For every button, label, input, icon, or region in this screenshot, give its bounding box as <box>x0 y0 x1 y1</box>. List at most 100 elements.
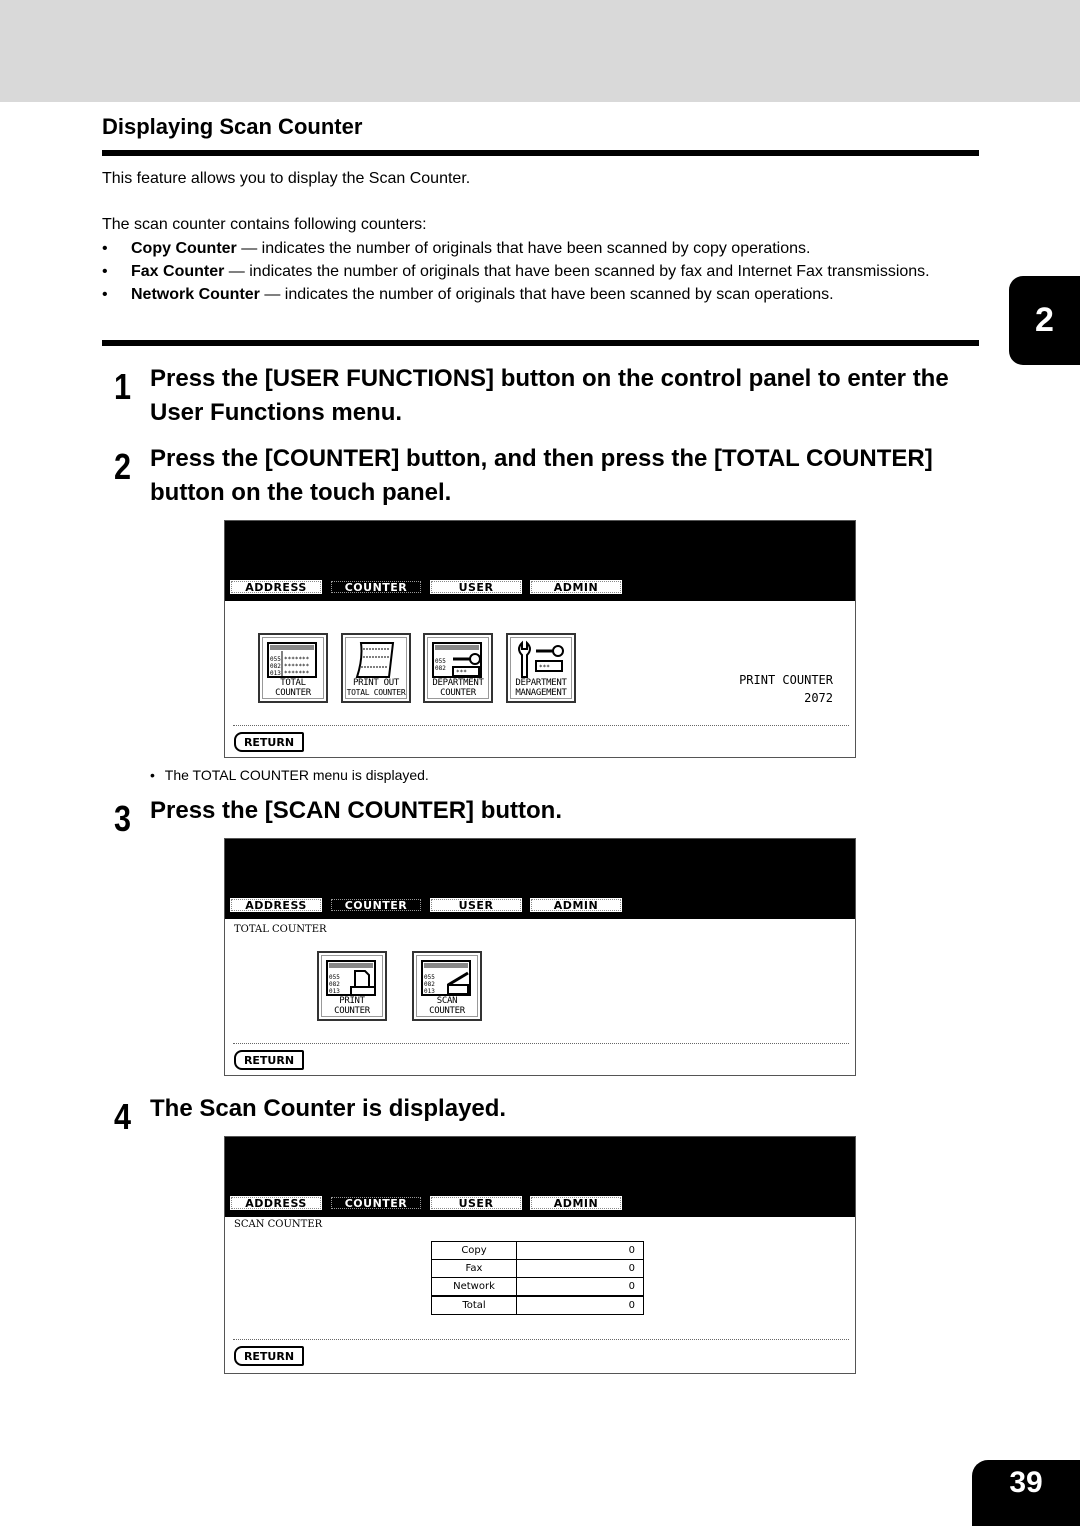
department-counter-button[interactable]: 055 082 ***_ DEPARTMENT COUNTER <box>423 633 493 703</box>
touch-panel-scan-counter: ADDRESS COUNTER USER ADMIN SCAN COUNTER … <box>224 1136 856 1374</box>
svg-text:055: 055 <box>435 658 446 665</box>
wrench-key-icon: ***_ <box>518 640 564 678</box>
svg-text:055: 055 <box>424 974 435 981</box>
divider <box>233 1339 849 1340</box>
svg-text:082: 082 <box>270 663 281 670</box>
department-management-button[interactable]: ***_ DEPARTMENT MANAGEMENT <box>506 633 576 703</box>
print-counter-readout: PRINT COUNTER 2072 <box>739 671 833 707</box>
svg-text:***_: ***_ <box>539 664 554 671</box>
counter-name: Copy <box>431 1241 517 1260</box>
screen-label: SCAN COUNTER <box>234 1219 323 1230</box>
svg-text:082: 082 <box>435 665 446 672</box>
return-button[interactable]: RETURN <box>234 732 304 752</box>
svg-text:***_: ***_ <box>456 669 471 676</box>
counter-value: 0 <box>516 1259 644 1278</box>
print-out-total-counter-button[interactable]: PRINT OUT TOTAL COUNTER <box>341 633 411 703</box>
print-counter-icon: 055 082 013 <box>326 960 376 996</box>
scan-counter-icon: 055 082 013 <box>421 960 471 996</box>
svg-text:013: 013 <box>270 670 281 677</box>
tab-address[interactable]: ADDRESS <box>228 1194 324 1212</box>
list-item: • Copy Counter — indicates the number of… <box>102 237 962 260</box>
bullet-icon: • <box>102 240 108 257</box>
tab-admin[interactable]: ADMIN <box>528 578 624 596</box>
step-text: The Scan Counter is displayed. <box>150 1095 507 1122</box>
tab-address[interactable]: ADDRESS <box>228 896 324 914</box>
lead-text: The scan counter contains following coun… <box>102 216 427 233</box>
tab-admin[interactable]: ADMIN <box>528 1194 624 1212</box>
section-title: Displaying Scan Counter <box>102 114 363 139</box>
section-rule <box>102 340 979 346</box>
step-text: Press the [USER FUNCTIONS] button on the… <box>150 365 949 426</box>
counter-name: Network <box>431 1277 517 1297</box>
bullet-term: Fax Counter <box>131 263 225 280</box>
table-row: Copy 0 <box>431 1241 644 1260</box>
step-number: 3 <box>114 798 132 839</box>
tab-user[interactable]: USER <box>428 578 524 596</box>
step-text: Press the [SCAN COUNTER] button. <box>150 797 563 824</box>
scan-counter-button[interactable]: 055 082 013 SCAN COUNTER <box>412 951 482 1021</box>
svg-text:*******: ******* <box>284 656 310 663</box>
step-text: Press the [COUNTER] button, and then pre… <box>150 445 933 506</box>
readout-label: PRINT COUNTER <box>739 673 833 687</box>
counter-value: 0 <box>516 1277 644 1297</box>
button-label: PRINT OUT <box>352 678 400 688</box>
tab-user[interactable]: USER <box>428 1194 524 1212</box>
page-number: 39 <box>972 1460 1080 1526</box>
department-key-icon: 055 082 ***_ <box>432 642 482 678</box>
table-row: Fax 0 <box>431 1259 644 1278</box>
button-label: PRINT <box>339 996 365 1006</box>
button-label: COUNTER <box>440 688 476 698</box>
tab-counter[interactable]: COUNTER <box>328 896 424 914</box>
tab-counter[interactable]: COUNTER <box>328 1194 424 1212</box>
svg-text:055: 055 <box>329 974 340 981</box>
printout-sheet-icon <box>355 642 395 678</box>
page-header-band <box>0 0 1080 102</box>
svg-text:082: 082 <box>329 981 340 988</box>
total-counter-button[interactable]: 055 082 013 ******* ******* ******* TOTA… <box>258 633 328 703</box>
button-label: DEPARTMENT <box>432 678 484 688</box>
print-counter-button[interactable]: 055 082 013 PRINT COUNTER <box>317 951 387 1021</box>
readout-value: 2072 <box>804 691 833 705</box>
tab-address[interactable]: ADDRESS <box>228 578 324 596</box>
tab-user[interactable]: USER <box>428 896 524 914</box>
intro-text: This feature allows you to display the S… <box>102 170 471 187</box>
button-label: COUNTER <box>334 1006 370 1016</box>
bullet-icon: • <box>102 263 108 280</box>
bullet-text: — indicates the number of originals that… <box>236 240 811 257</box>
counter-name: Total <box>431 1295 517 1315</box>
note-text: The TOTAL COUNTER menu is displayed. <box>164 767 429 783</box>
panel-tabs: ADDRESS COUNTER USER ADMIN <box>228 1194 624 1212</box>
list-item: • Fax Counter — indicates the number of … <box>102 260 962 283</box>
tab-admin[interactable]: ADMIN <box>528 896 624 914</box>
title-rule <box>102 150 979 156</box>
panel-tabs: ADDRESS COUNTER USER ADMIN <box>228 578 624 596</box>
counter-value: 0 <box>516 1241 644 1260</box>
divider <box>233 725 849 726</box>
button-label: DEPARTMENT <box>515 678 567 688</box>
bullet-text: — indicates the number of originals that… <box>259 286 834 303</box>
button-label: TOTAL <box>280 678 306 688</box>
bullet-term: Network Counter <box>131 286 260 303</box>
return-button[interactable]: RETURN <box>234 1346 304 1366</box>
tab-counter[interactable]: COUNTER <box>328 578 424 596</box>
counter-value: 0 <box>516 1295 644 1315</box>
button-label: SCAN <box>436 996 458 1006</box>
button-label: COUNTER <box>429 1006 465 1016</box>
svg-text:082: 082 <box>424 981 435 988</box>
touch-panel-counter-menu: ADDRESS COUNTER USER ADMIN 055 082 013 *… <box>224 520 856 758</box>
return-button[interactable]: RETURN <box>234 1050 304 1070</box>
step-number: 2 <box>114 446 132 487</box>
list-item: • Network Counter — indicates the number… <box>102 283 962 306</box>
svg-text:013: 013 <box>424 988 435 995</box>
button-label: TOTAL COUNTER <box>346 688 406 697</box>
bullet-term: Copy Counter <box>131 240 237 257</box>
counter-table-icon: 055 082 013 ******* ******* ******* <box>267 642 317 678</box>
svg-text:*******: ******* <box>284 670 310 677</box>
button-label: COUNTER <box>275 688 311 698</box>
panel-tabs: ADDRESS COUNTER USER ADMIN <box>228 896 624 914</box>
step-number: 4 <box>114 1096 132 1137</box>
svg-text:*******: ******* <box>284 663 310 670</box>
table-row-total: Total 0 <box>431 1295 644 1315</box>
svg-text:055: 055 <box>270 656 281 663</box>
svg-text:013: 013 <box>329 988 340 995</box>
